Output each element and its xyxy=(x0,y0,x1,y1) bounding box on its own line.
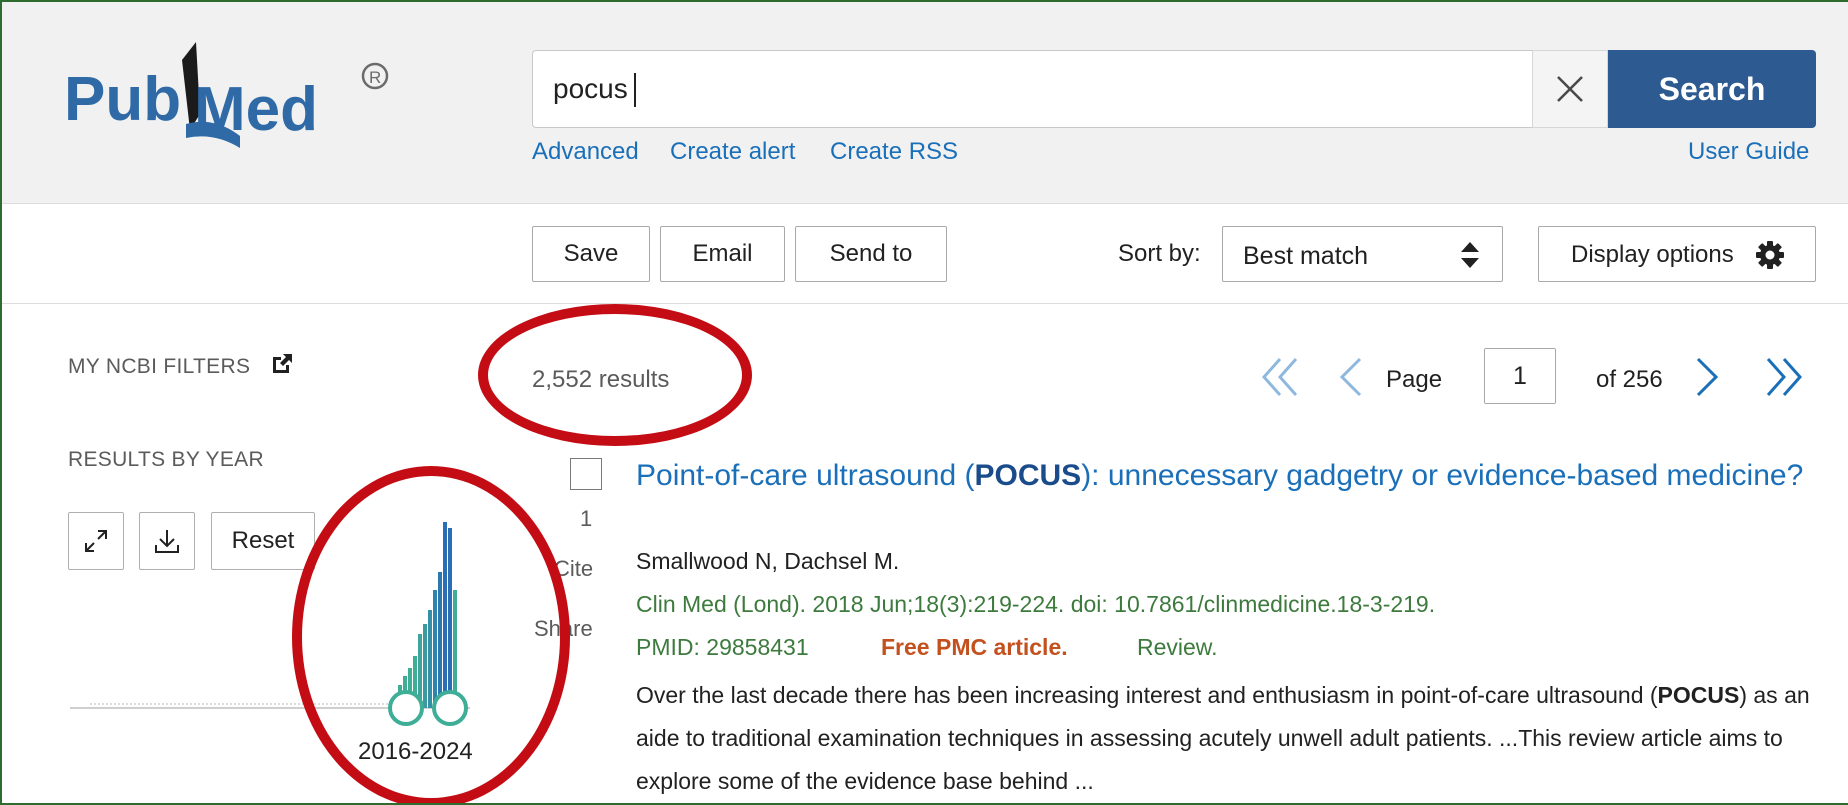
share-button[interactable]: Share xyxy=(534,616,593,642)
gear-icon xyxy=(1756,241,1784,269)
my-ncbi-filters-title: MY NCBI FILTERS xyxy=(68,352,294,379)
svg-text:Pub: Pub xyxy=(64,65,181,134)
create-alert-link[interactable]: Create alert xyxy=(670,138,795,166)
results-by-year-chart[interactable] xyxy=(60,500,480,740)
article-authors: Smallwood N, Dachsel M. xyxy=(636,548,900,574)
result-number: 1 xyxy=(580,506,593,531)
sort-value: Best match xyxy=(1243,242,1369,270)
email-button[interactable]: Email xyxy=(660,226,785,282)
cite-button[interactable]: Cite xyxy=(554,556,593,582)
external-link-icon[interactable] xyxy=(270,352,294,376)
results-by-year-title: RESULTS BY YEAR xyxy=(68,448,264,471)
user-guide-link[interactable]: User Guide xyxy=(1688,138,1809,166)
svg-text:R: R xyxy=(369,68,381,87)
search-input[interactable] xyxy=(553,51,1533,127)
sort-by-label: Sort by: xyxy=(1118,240,1201,267)
clear-search-button[interactable] xyxy=(1532,50,1608,128)
sort-select[interactable]: Best match xyxy=(1222,226,1503,282)
svg-text:Med: Med xyxy=(194,75,318,144)
pubmed-logo[interactable]: Pub Med R xyxy=(64,40,404,150)
article-snippet: Over the last decade there has been incr… xyxy=(636,682,1810,794)
text-caret xyxy=(634,73,636,107)
close-icon xyxy=(1557,76,1583,102)
range-start-handle[interactable] xyxy=(388,690,424,726)
year-range-label: 2016-2024 xyxy=(358,738,473,765)
page-of-label: of 256 xyxy=(1596,366,1663,393)
last-page-icon[interactable] xyxy=(1760,356,1806,398)
create-rss-link[interactable]: Create RSS xyxy=(830,138,958,166)
page-number-input[interactable] xyxy=(1484,348,1556,404)
send-to-button[interactable]: Send to xyxy=(795,226,947,282)
page-label: Page xyxy=(1386,366,1443,393)
range-end-handle[interactable] xyxy=(432,690,468,726)
article-pmid: PMID: 29858431 xyxy=(636,634,809,660)
first-page-icon[interactable] xyxy=(1258,356,1304,398)
search-box xyxy=(532,50,1608,128)
header: Pub Med R Search Advanced Create alert C… xyxy=(0,0,1848,204)
free-pmc-badge: Free PMC article. xyxy=(881,634,1068,660)
search-button[interactable]: Search xyxy=(1608,50,1816,128)
toolbar-divider xyxy=(0,303,1848,304)
display-options-label: Display options xyxy=(1571,241,1734,268)
save-button[interactable]: Save xyxy=(532,226,650,282)
display-options-button[interactable]: Display options xyxy=(1538,226,1816,282)
sort-arrows-icon xyxy=(1461,242,1479,268)
result-checkbox[interactable] xyxy=(570,458,602,490)
article-citation: Clin Med (Lond). 2018 Jun;18(3):219-224.… xyxy=(636,591,1436,617)
review-badge: Review. xyxy=(1137,634,1218,660)
results-count: 2,552 results xyxy=(532,366,670,393)
article-title-link[interactable]: Point-of-care ultrasound (POCUS): unnece… xyxy=(636,454,1826,497)
advanced-link[interactable]: Advanced xyxy=(532,138,639,166)
next-page-icon[interactable] xyxy=(1692,356,1722,398)
previous-page-icon[interactable] xyxy=(1336,356,1366,398)
year-bars xyxy=(398,522,457,708)
